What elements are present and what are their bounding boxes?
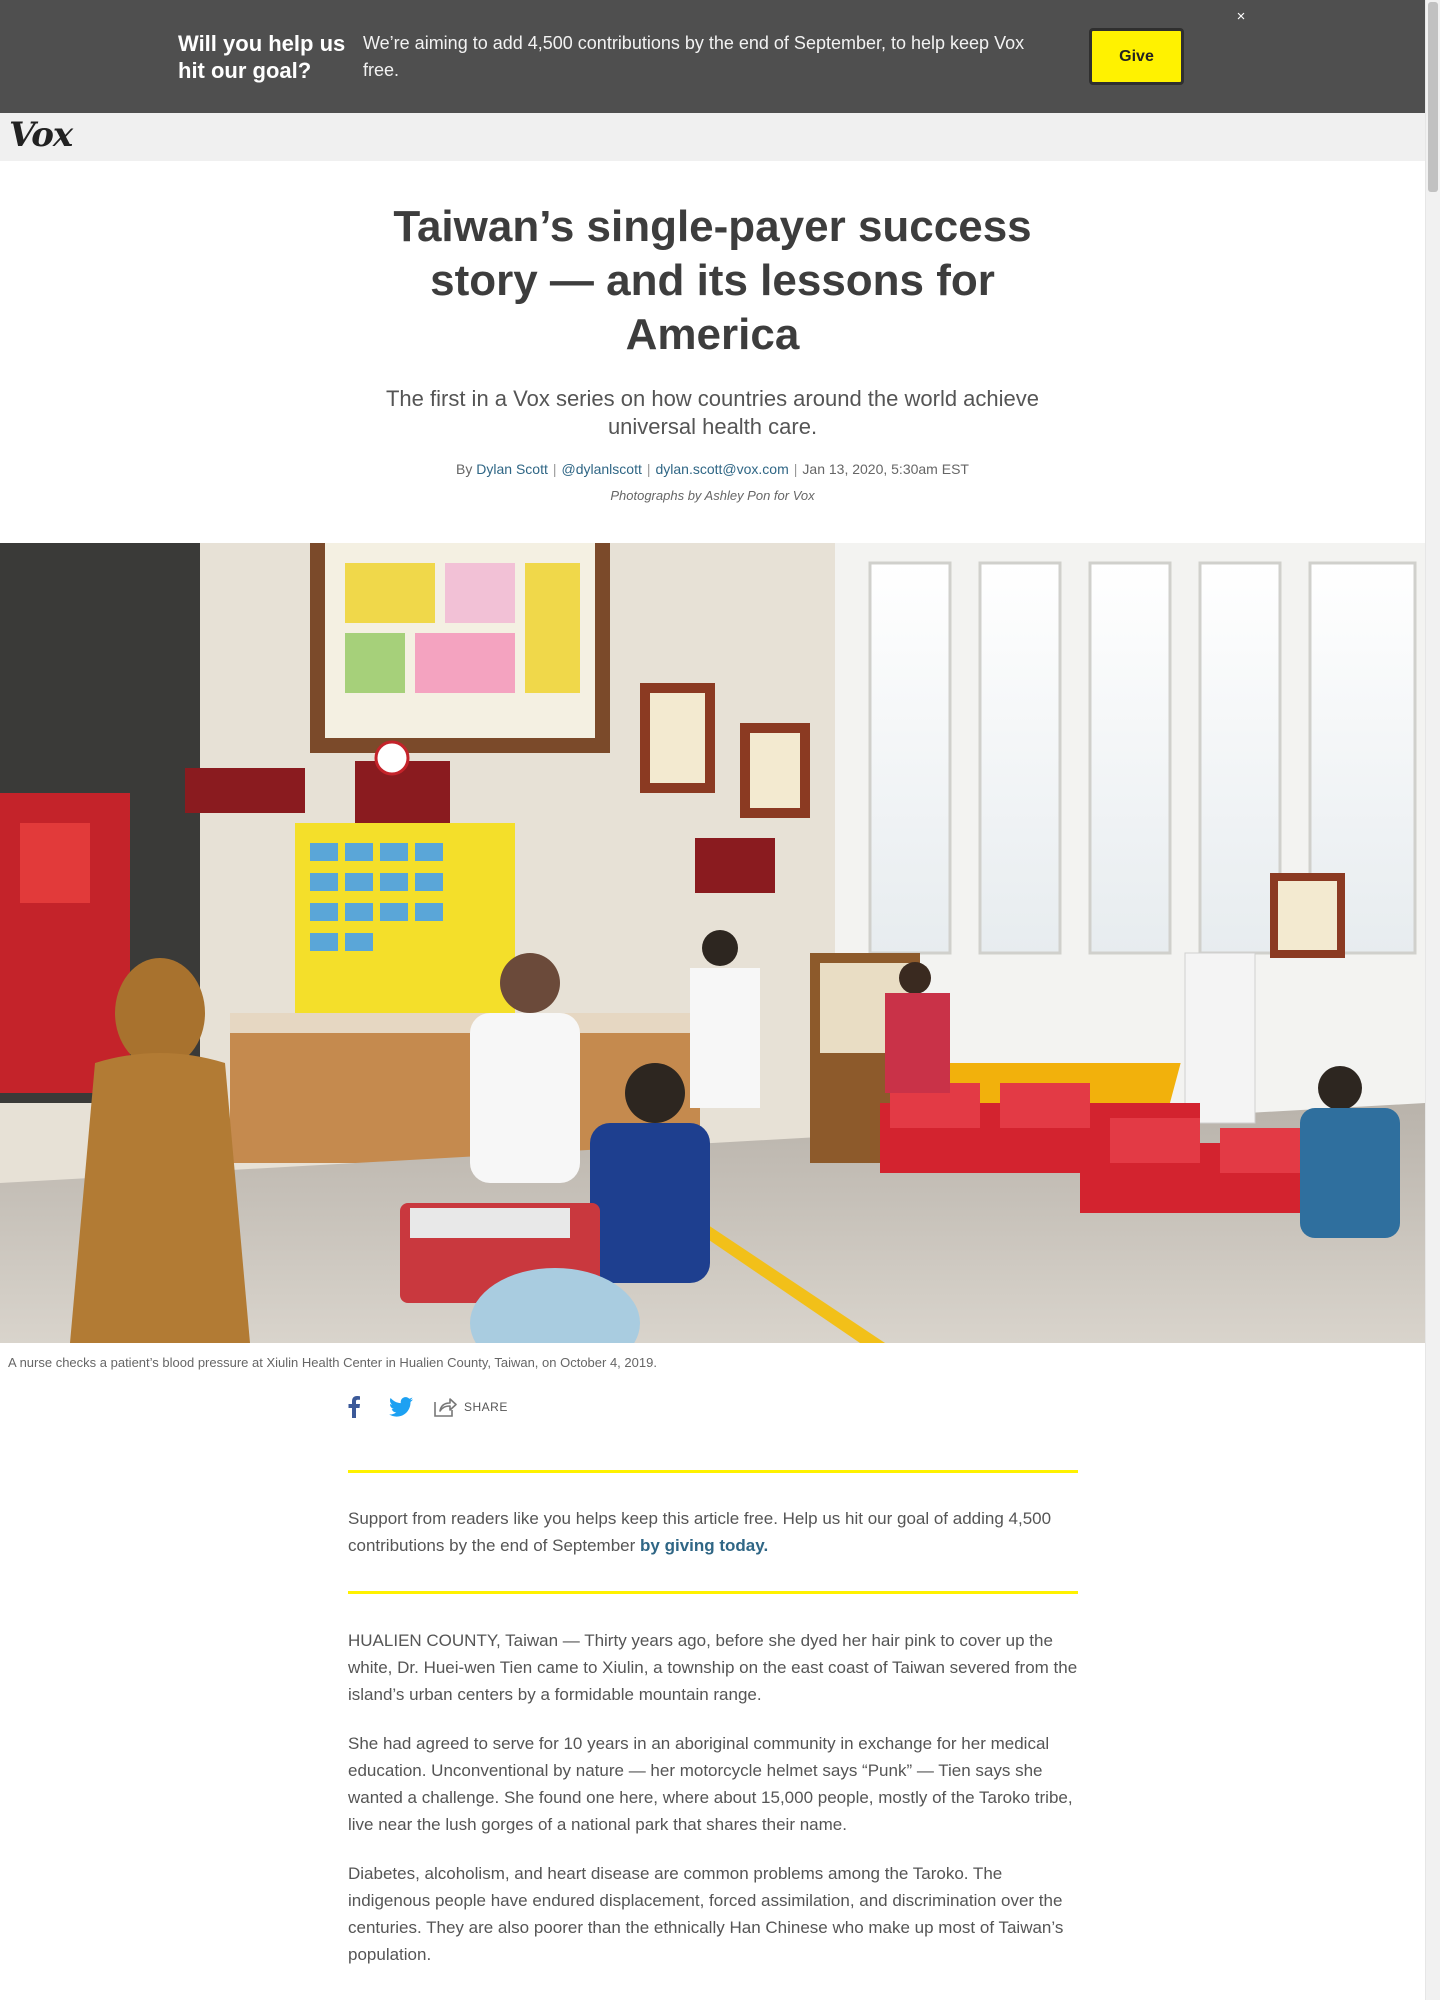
site-header: Vox	[0, 113, 1425, 161]
byline-prefix: By	[456, 461, 473, 477]
scrollbar-thumb[interactable]	[1428, 2, 1438, 192]
twitter-icon[interactable]	[389, 1396, 413, 1418]
hero-caption: A nurse checks a patient’s blood pressur…	[8, 1355, 657, 1370]
give-today-link[interactable]: by giving today.	[640, 1536, 768, 1555]
hero-image	[0, 543, 1425, 1343]
divider: |	[552, 461, 557, 477]
share-icon[interactable]	[433, 1396, 457, 1418]
author-twitter-link[interactable]: @dylanlscott	[562, 461, 642, 477]
close-icon[interactable]: ×	[1232, 8, 1250, 28]
divider: |	[646, 461, 651, 477]
banner-title: Will you help us hit our goal?	[178, 31, 346, 83]
article-headline: Taiwan’s single-payer success story — an…	[393, 202, 1032, 359]
author-link[interactable]: Dylan Scott	[476, 461, 548, 477]
publish-date: Jan 13, 2020, 5:30am EST	[802, 461, 969, 477]
vox-logo[interactable]: Vox	[9, 115, 73, 155]
article-paragraph: Diabetes, alcoholism, and heart disease …	[348, 1864, 1064, 1964]
support-callout: Support from readers like you helps keep…	[348, 1470, 1078, 1594]
give-button[interactable]: Give	[1089, 28, 1184, 85]
hero-image-illustration	[0, 543, 1425, 1343]
article-paragraph: She had agreed to serve for 10 years in …	[348, 1734, 1073, 1834]
banner-text: We’re aiming to add 4,500 contributions …	[363, 33, 1025, 80]
support-text: Support from readers like you helps keep…	[348, 1505, 1078, 1559]
photo-credit: Photographs by Ashley Pon for Vox	[610, 488, 815, 503]
article-paragraph: HUALIEN COUNTY, Taiwan — Thirty years ag…	[348, 1631, 1078, 1704]
article-dek: The first in a Vox series on how countri…	[385, 386, 1040, 439]
author-email-link[interactable]: dylan.scott@vox.com	[656, 461, 789, 477]
divider: |	[793, 461, 798, 477]
byline: By Dylan Scott | @dylanlscott | dylan.scott@…	[340, 461, 1085, 477]
share-label[interactable]: SHARE	[464, 1400, 508, 1414]
donation-banner: Will you help us hit our goal? We’re aim…	[0, 0, 1425, 113]
page-scrollbar[interactable]	[1425, 0, 1440, 2000]
article-body: HUALIEN COUNTY, Taiwan — Thirty years ag…	[348, 1627, 1078, 1990]
facebook-icon[interactable]	[347, 1396, 361, 1418]
